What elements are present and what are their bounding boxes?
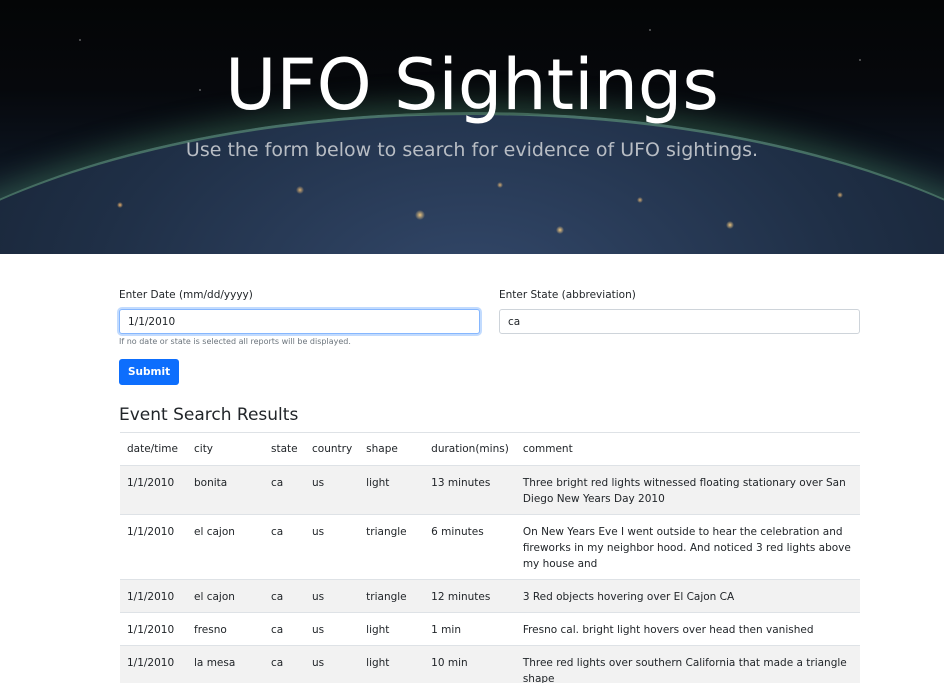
hero-banner: UFO Sightings Use the form below to sear…: [0, 0, 944, 254]
cell-city: el cajon: [187, 579, 264, 613]
date-label: Enter Date (mm/dd/yyyy): [119, 289, 253, 301]
cell-comment: Fresno cal. bright light hovers over hea…: [515, 612, 860, 646]
table-row: 1/1/2010 el cajon ca us triangle 6 minut…: [120, 514, 860, 580]
cell-city: bonita: [187, 465, 264, 515]
cell-comment: Three red lights over southern Californi…: [515, 645, 860, 683]
cell-duration: 12 minutes: [424, 579, 516, 613]
cell-state: ca: [264, 579, 305, 613]
cell-shape: light: [359, 645, 425, 683]
table-header-row: date/time city state country shape durat…: [120, 432, 860, 466]
cell-state: ca: [264, 514, 305, 580]
cell-shape: triangle: [359, 579, 425, 613]
date-input[interactable]: [119, 309, 480, 334]
results-title: Event Search Results: [119, 405, 299, 425]
cell-duration: 6 minutes: [424, 514, 516, 580]
table-row: 1/1/2010 bonita ca us light 13 minutes T…: [120, 465, 860, 515]
cell-comment: Three bright red lights witnessed floati…: [515, 465, 860, 515]
cell-state: ca: [264, 612, 305, 646]
state-label: Enter State (abbreviation): [499, 289, 636, 301]
date-field-group: Enter Date (mm/dd/yyyy): [119, 286, 480, 334]
table-row: 1/1/2010 fresno ca us light 1 min Fresno…: [120, 612, 860, 646]
cell-datetime: 1/1/2010: [120, 579, 187, 613]
cell-country: us: [305, 612, 360, 646]
cell-country: us: [305, 645, 360, 683]
column-header-datetime: date/time: [120, 432, 187, 466]
column-header-duration: duration(mins): [424, 432, 516, 466]
table-row: 1/1/2010 la mesa ca us light 10 min Thre…: [120, 645, 860, 683]
cell-shape: light: [359, 465, 425, 515]
form-help-text: If no date or state is selected all repo…: [119, 337, 351, 346]
cell-state: ca: [264, 465, 305, 515]
cell-city: el cajon: [187, 514, 264, 580]
page-title: UFO Sightings: [225, 44, 719, 126]
results-table: date/time city state country shape durat…: [120, 432, 860, 683]
cell-country: us: [305, 579, 360, 613]
cell-duration: 10 min: [424, 645, 516, 683]
cell-country: us: [305, 465, 360, 515]
column-header-country: country: [305, 432, 360, 466]
cell-datetime: 1/1/2010: [120, 514, 187, 580]
column-header-state: state: [264, 432, 305, 466]
cell-comment: 3 Red objects hovering over El Cajon CA: [515, 579, 860, 613]
cell-datetime: 1/1/2010: [120, 465, 187, 515]
cell-duration: 13 minutes: [424, 465, 516, 515]
column-header-city: city: [187, 432, 264, 466]
cell-datetime: 1/1/2010: [120, 645, 187, 683]
cell-city: la mesa: [187, 645, 264, 683]
table-row: 1/1/2010 el cajon ca us triangle 12 minu…: [120, 579, 860, 613]
cell-state: ca: [264, 645, 305, 683]
cell-city: fresno: [187, 612, 264, 646]
cell-duration: 1 min: [424, 612, 516, 646]
page-subtitle: Use the form below to search for evidenc…: [185, 139, 759, 161]
cell-shape: light: [359, 612, 425, 646]
column-header-comment: comment: [515, 432, 860, 466]
cell-datetime: 1/1/2010: [120, 612, 187, 646]
submit-button[interactable]: Submit: [119, 359, 180, 385]
state-field-group: Enter State (abbreviation): [499, 286, 860, 334]
cell-shape: triangle: [359, 514, 425, 580]
state-input[interactable]: [499, 309, 860, 334]
cell-country: us: [305, 514, 360, 580]
cell-comment: On New Years Eve I went outside to hear …: [515, 514, 860, 580]
column-header-shape: shape: [359, 432, 425, 466]
